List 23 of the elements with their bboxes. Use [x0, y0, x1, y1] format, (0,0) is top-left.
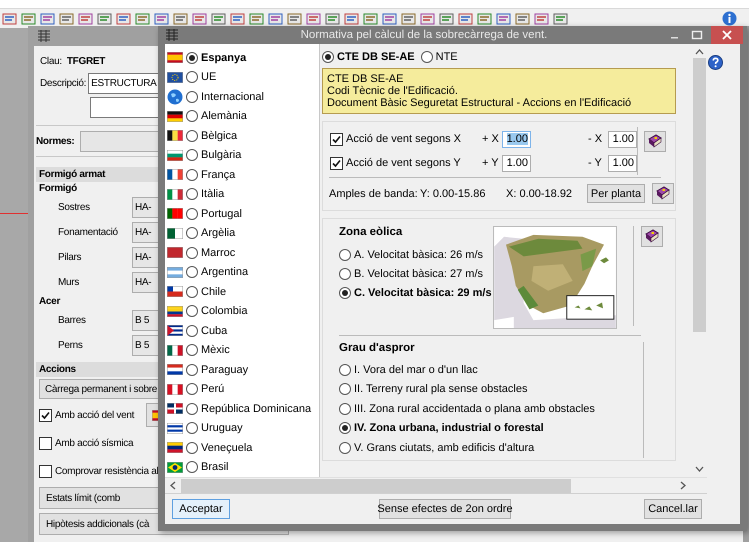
label: - X [588, 133, 604, 145]
label: Descripció: [40, 78, 86, 89]
label: Barres [58, 315, 87, 326]
value-text: TFGRET [66, 56, 106, 66]
value-text: X: 0.00-18.92 [506, 188, 574, 200]
label: Murs [58, 277, 80, 288]
label: Fonamentació [58, 227, 119, 238]
group-title: Grau d'aspror [339, 342, 416, 356]
group-title: Zona eòlica [339, 226, 404, 240]
group-title: Formigó [39, 183, 77, 194]
value-text: Y: 0.00-15.86 [420, 188, 486, 200]
label: Normes: [36, 136, 74, 146]
label: Pilars [58, 252, 82, 263]
label: Amples de banda: [329, 188, 419, 200]
group-title: Acer [39, 296, 60, 307]
window-title: Normativa pel càlcul de la sobrecàrrega de vent. [300, 29, 548, 41]
label: + Y [482, 157, 500, 169]
info-box: CTE DB SE-AE Codi Tècnic de l'Edificació. Document Bàsic Seguretat Estructural - Accions en l'Edificació [322, 68, 676, 114]
label: Sostres [58, 202, 91, 213]
label: + X [482, 133, 500, 145]
label: Perns [58, 340, 84, 351]
label: Clau: [40, 56, 62, 66]
label: - Y [588, 157, 603, 169]
